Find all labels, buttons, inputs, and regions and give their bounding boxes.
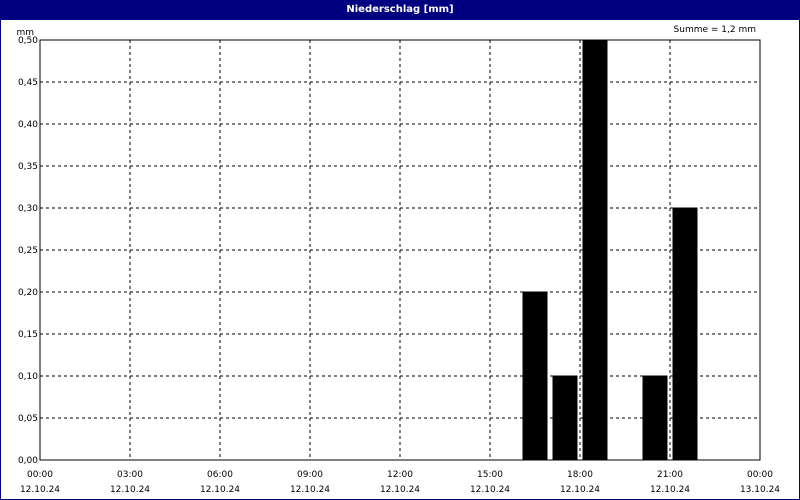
x-tick-time-label: 00:00 xyxy=(747,470,773,480)
x-tick-date-label: 12.10.24 xyxy=(380,485,420,495)
y-tick-label: 0,05 xyxy=(18,414,38,424)
y-tick-label: 0,35 xyxy=(18,162,38,172)
y-tick-label: 0,30 xyxy=(18,204,38,214)
y-tick-label: 0,20 xyxy=(18,288,38,298)
x-tick-time-label: 18:00 xyxy=(567,470,593,480)
x-tick-time-label: 09:00 xyxy=(297,470,323,480)
y-tick-label: 0,10 xyxy=(18,372,38,382)
precipitation-chart: 0,00 0,05 0,10 0,15 0,20 0,25 0,30 0,35 0,40 0,45… xyxy=(16,25,780,495)
x-tick-date-label: 12.10.24 xyxy=(290,485,330,495)
x-tick-time-label: 06:00 xyxy=(207,470,233,480)
y-axis-unit-label: mm xyxy=(16,28,34,38)
x-tick-date-label: 12.10.24 xyxy=(200,485,240,495)
precip-bar xyxy=(582,39,608,461)
x-tick-date-label: 12.10.24 xyxy=(20,485,60,495)
y-tick-label: 0,40 xyxy=(18,120,38,130)
x-tick-date-label: 12.10.24 xyxy=(560,485,600,495)
x-tick-time-label: 03:00 xyxy=(117,470,143,480)
x-tick-date-label: 13.10.24 xyxy=(740,485,780,495)
x-tick-time-label: 12:00 xyxy=(387,470,413,480)
y-tick-label: 0,25 xyxy=(18,246,38,256)
sum-annotation: Summe = 1,2 mm xyxy=(674,25,756,35)
precip-bar xyxy=(522,291,548,461)
x-tick-time-label: 15:00 xyxy=(477,470,503,480)
x-tick-date-label: 12.10.24 xyxy=(650,485,690,495)
y-tick-label: 0,15 xyxy=(18,330,38,340)
precip-bar xyxy=(642,375,668,461)
precip-bar xyxy=(672,207,698,461)
y-tick-label: 0,45 xyxy=(18,78,38,88)
x-tick-date-label: 12.10.24 xyxy=(110,485,150,495)
x-tick-date-label: 12.10.24 xyxy=(470,485,510,495)
x-tick-time-label: 21:00 xyxy=(657,470,683,480)
y-tick-label: 0,00 xyxy=(18,456,38,466)
x-tick-time-label: 00:00 xyxy=(27,470,53,480)
precip-bar xyxy=(552,375,578,461)
